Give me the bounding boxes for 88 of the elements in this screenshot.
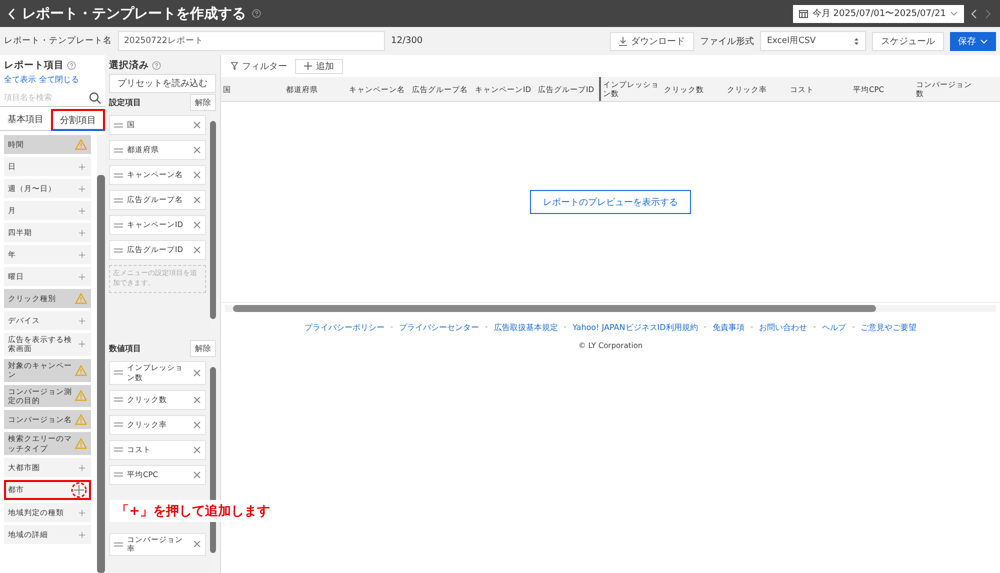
previous-icon[interactable] (970, 8, 978, 18)
close-icon[interactable] (193, 221, 201, 229)
plus-icon[interactable] (77, 508, 87, 518)
help-icon[interactable] (67, 61, 76, 70)
close-icon[interactable] (193, 146, 201, 154)
section-title: 数値項目 (109, 342, 141, 354)
close-icon[interactable] (193, 540, 201, 548)
close-icon[interactable] (193, 470, 201, 478)
clear-button[interactable]: 解除 (190, 340, 216, 356)
plus-icon[interactable] (77, 316, 87, 326)
warning-icon (75, 293, 87, 304)
scrollbar[interactable] (97, 135, 105, 573)
drag-handle-icon[interactable] (114, 248, 123, 252)
calendar-icon (799, 10, 808, 18)
warning-icon (75, 364, 87, 376)
footer-link[interactable]: 広告取扱基本規定 (494, 322, 558, 333)
save-button[interactable]: 保存 (950, 32, 996, 50)
download-button[interactable]: ダウンロード (610, 32, 694, 50)
back-icon[interactable] (8, 8, 16, 20)
help-icon[interactable] (252, 9, 261, 18)
filter-icon (231, 62, 238, 70)
drag-handle-icon[interactable] (114, 198, 123, 202)
download-icon (619, 36, 627, 46)
footer-link[interactable]: ヘルプ (822, 322, 846, 333)
drag-handle-icon[interactable] (114, 122, 123, 128)
plus-icon[interactable] (77, 272, 87, 282)
drag-handle-icon[interactable] (114, 447, 123, 452)
warning-icon (75, 414, 87, 426)
drag-handle-icon[interactable] (114, 148, 123, 152)
file-format-label: ファイル形式 (700, 36, 754, 48)
file-format-select[interactable]: Excel用CSV (760, 31, 866, 51)
close-icon[interactable] (193, 196, 201, 204)
close-icon[interactable] (193, 420, 201, 428)
chevron-down-icon (980, 38, 988, 44)
plus-icon[interactable] (77, 250, 87, 260)
drag-handle-icon[interactable] (114, 370, 123, 376)
plus-icon[interactable] (77, 162, 87, 172)
chevron-down-icon (950, 11, 958, 16)
drag-handle-icon[interactable] (114, 222, 123, 228)
footer-link[interactable]: お問い合わせ (759, 322, 808, 333)
sort-icon (854, 36, 859, 46)
plus-icon[interactable] (77, 206, 87, 216)
schedule-button[interactable]: スケジュール (872, 32, 944, 50)
plus-icon[interactable] (77, 339, 87, 350)
template-name-field[interactable]: 20250722レポート (118, 31, 385, 51)
collapse-all-link[interactable]: 全て閉じる (39, 74, 79, 85)
close-icon[interactable] (193, 446, 201, 454)
warning-icon (75, 438, 87, 450)
close-icon[interactable] (193, 171, 201, 179)
help-icon[interactable] (152, 61, 161, 70)
close-icon[interactable] (193, 396, 201, 404)
plus-icon[interactable] (77, 530, 87, 540)
warning-icon (75, 139, 87, 150)
plus-icon[interactable] (77, 462, 87, 472)
drag-handle-icon[interactable] (114, 422, 123, 427)
horizontal-scrollbar[interactable] (225, 305, 996, 312)
show-all-link[interactable]: 全て表示 (4, 74, 36, 85)
search-icon (89, 92, 101, 104)
drag-handle-icon[interactable] (114, 542, 123, 547)
template-name-label: レポート・テンプレート名 (4, 35, 112, 47)
warning-icon (75, 390, 87, 402)
footer-link[interactable]: プライバシーセンター (399, 322, 480, 333)
drag-handle-icon[interactable] (114, 397, 123, 402)
add-button[interactable]: 追加 (295, 58, 343, 74)
show-preview-button[interactable]: レポートのプレビューを表示する (530, 190, 691, 214)
close-icon[interactable] (193, 368, 201, 377)
footer-link[interactable]: プライバシーポリシー (304, 322, 384, 333)
footer-link[interactable]: Yahoo! JAPANビジネスID利用規約 (572, 322, 698, 333)
plus-icon[interactable] (71, 482, 87, 498)
date-range-picker[interactable]: 今月 2025/07/01〜2025/07/21 (793, 4, 964, 22)
report-items-title: レポート項目 (4, 59, 64, 72)
close-icon[interactable] (193, 246, 201, 254)
selected-title: 選択済み (109, 59, 149, 72)
footer-link[interactable]: ご意見やご要望 (860, 322, 917, 333)
plus-icon[interactable] (77, 184, 87, 194)
footer-link[interactable]: 免責事項 (712, 322, 744, 333)
plus-icon[interactable] (77, 228, 87, 238)
next-icon[interactable] (984, 8, 992, 18)
drag-handle-icon[interactable] (114, 172, 123, 178)
drag-handle-icon[interactable] (114, 472, 123, 477)
page-title: レポート・テンプレートを作成する (22, 4, 246, 22)
load-preset-button[interactable]: プリセットを読み込む (109, 74, 216, 93)
character-count: 12/300 (391, 36, 423, 46)
plus-icon (304, 62, 312, 70)
category-tab[interactable]: 分割項目 (50, 109, 105, 131)
clear-button[interactable]: 解除 (190, 94, 216, 110)
section-title: 設定項目 (109, 96, 141, 108)
close-icon[interactable] (193, 121, 201, 129)
